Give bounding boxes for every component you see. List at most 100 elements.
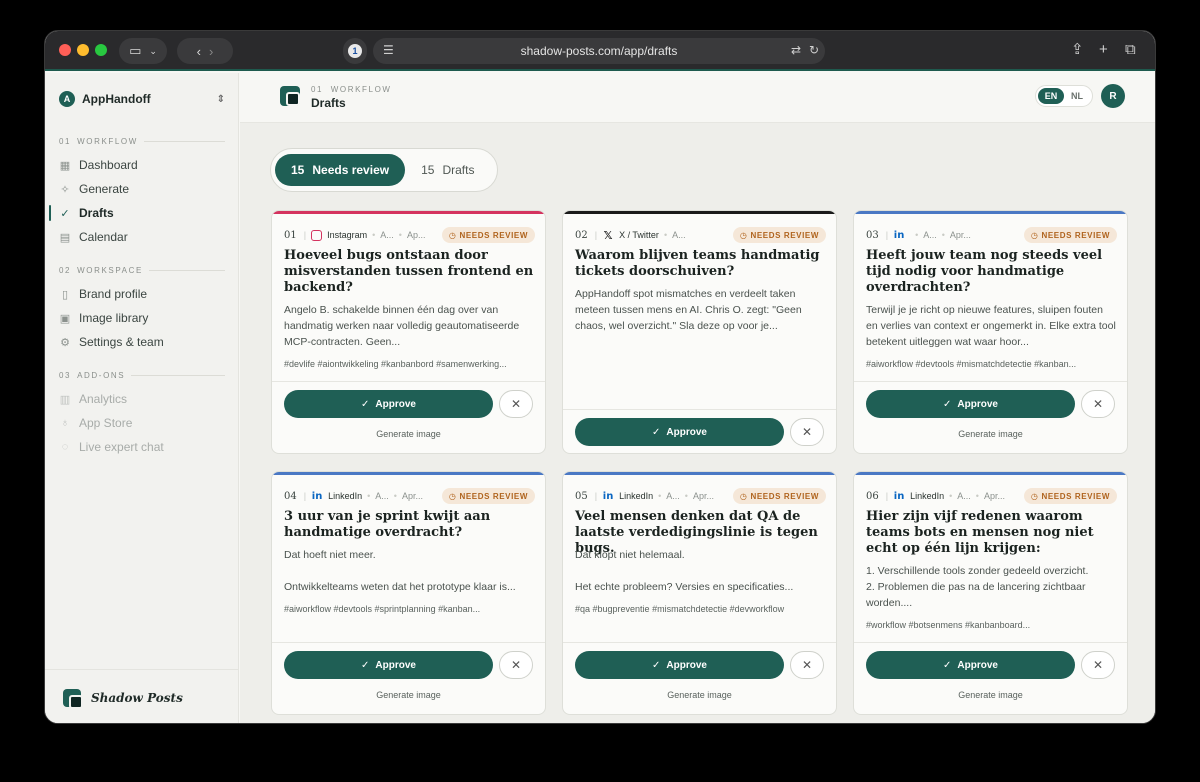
sidebar-item-generate[interactable]: ✧ Generate bbox=[59, 179, 225, 199]
back-icon[interactable]: ‹ bbox=[197, 44, 201, 59]
user-avatar[interactable]: R bbox=[1101, 84, 1125, 108]
generate-image-link[interactable]: Generate image bbox=[563, 690, 836, 700]
chevron-updown-icon: ⇕ bbox=[216, 93, 225, 105]
tab-needs-review[interactable]: 15 Needs review bbox=[275, 154, 406, 186]
card-author: A... bbox=[672, 230, 686, 240]
card-hashtags: #devlife #aiontwikkeling #kanbanbord #sa… bbox=[284, 359, 507, 369]
approve-button[interactable]: ✓ Approve bbox=[575, 418, 784, 446]
sidebar-item-label: Live expert chat bbox=[79, 440, 164, 454]
address-bar[interactable]: ☰ shadow-posts.com/app/drafts ⇄ ↻ bbox=[373, 38, 825, 64]
new-tab-icon[interactable]: + bbox=[1099, 41, 1108, 59]
forward-icon[interactable]: › bbox=[209, 44, 213, 59]
approve-button[interactable]: ✓ Approve bbox=[866, 651, 1075, 679]
badge-label: NEEDS REVIEW bbox=[459, 230, 528, 240]
card-index: 06 bbox=[866, 490, 879, 502]
reject-button[interactable]: ✕ bbox=[499, 651, 533, 679]
check-icon: ✓ bbox=[652, 426, 661, 438]
card-accent-line bbox=[272, 472, 545, 475]
tabs-overview-icon[interactable]: ⧉ bbox=[1125, 41, 1136, 59]
draft-card: 01 | Instagram • A... • Ap... ◷ NEEDS REV… bbox=[271, 210, 546, 454]
reject-button[interactable]: ✕ bbox=[790, 651, 824, 679]
card-title[interactable]: 3 uur van je sprint kwijt aan handmatige… bbox=[284, 509, 534, 541]
zoom-window-button[interactable] bbox=[95, 44, 107, 56]
card-title[interactable]: Waarom blijven teams handmatig tickets d… bbox=[575, 248, 825, 280]
card-title[interactable]: Hier zijn vijf redenen waarom teams bots… bbox=[866, 509, 1116, 557]
card-author: A... bbox=[375, 491, 389, 501]
generate-image-link[interactable]: Generate image bbox=[272, 429, 545, 439]
generate-image-link[interactable]: Generate image bbox=[854, 429, 1127, 439]
translate-icon[interactable]: ⇄ bbox=[791, 43, 801, 57]
card-title[interactable]: Hoeveel bugs ontstaan door misverstanden… bbox=[284, 248, 534, 296]
sidebar-toggle-button[interactable]: ▭ ⌄ bbox=[119, 38, 167, 64]
generate-image-link[interactable]: Generate image bbox=[854, 690, 1127, 700]
grid-icon: ▦ bbox=[59, 159, 71, 172]
sidebar-item-brand-profile[interactable]: ▯ Brand profile bbox=[59, 284, 225, 304]
clock-icon: ◷ bbox=[448, 230, 457, 240]
meta-separator: • bbox=[393, 491, 397, 501]
close-icon: ✕ bbox=[510, 397, 522, 411]
tab-label: Needs review bbox=[312, 163, 390, 177]
card-accent-line bbox=[272, 211, 545, 214]
approve-button[interactable]: ✓ Approve bbox=[284, 390, 493, 418]
sidebar-item-label: Dashboard bbox=[79, 158, 138, 172]
reader-icon[interactable]: ☰ bbox=[383, 43, 394, 57]
status-badge: ◷ NEEDS REVIEW bbox=[441, 227, 535, 243]
sidebar-item-dashboard[interactable]: ▦ Dashboard bbox=[59, 155, 225, 175]
sidebar-item-settings-team[interactable]: ⚙ Settings & team bbox=[59, 332, 225, 352]
check-circle-icon: ✓ bbox=[60, 207, 70, 220]
card-index: 02 bbox=[575, 229, 588, 241]
reject-button[interactable]: ✕ bbox=[790, 418, 824, 446]
reject-button[interactable]: ✕ bbox=[1081, 390, 1115, 418]
meta-separator: • bbox=[684, 491, 688, 501]
reload-icon[interactable]: ↻ bbox=[809, 43, 819, 57]
sidebar-item-label: Brand profile bbox=[79, 287, 148, 301]
draft-card: 06 | in LinkedIn • A... • Apr... ◷ NEEDS … bbox=[853, 471, 1128, 715]
sidebar-item-drafts[interactable]: ✓ Drafts bbox=[59, 203, 225, 223]
sidebar-item-calendar[interactable]: ▤ Calendar bbox=[59, 227, 225, 247]
gear-icon: ⚙ bbox=[60, 336, 70, 349]
badge-label: NEEDS REVIEW bbox=[750, 491, 819, 501]
close-icon: ✕ bbox=[1092, 658, 1104, 672]
approve-button[interactable]: ✓ Approve bbox=[575, 651, 784, 679]
status-badge: ◷ NEEDS REVIEW bbox=[441, 488, 535, 504]
meta-separator: | bbox=[594, 230, 598, 240]
share-icon[interactable]: ⇪ bbox=[1071, 41, 1084, 59]
draft-card: 05 | in LinkedIn • A... • Apr... ◷ NEEDS … bbox=[562, 471, 837, 715]
sidebar-item-live-expert-chat[interactable]: ◌ Live expert chat bbox=[59, 437, 225, 457]
approve-button[interactable]: ✓ Approve bbox=[284, 651, 493, 679]
card-author: A... bbox=[923, 230, 937, 240]
sidebar-item-image-library[interactable]: ▣ Image library bbox=[59, 308, 225, 328]
sidebar-item-label: Drafts bbox=[79, 206, 114, 220]
generate-image-link[interactable]: Generate image bbox=[272, 690, 545, 700]
check-icon: ✓ bbox=[652, 659, 661, 671]
instagram-icon bbox=[311, 229, 323, 241]
card-title[interactable]: Heeft jouw team nog steeds veel tijd nod… bbox=[866, 248, 1116, 296]
reject-button[interactable]: ✕ bbox=[499, 390, 533, 418]
draft-card: 03 | in • A... • Apr... ◷ NEEDS REVIEW He… bbox=[853, 210, 1128, 454]
card-date: Apr... bbox=[983, 491, 1005, 501]
meta-separator: • bbox=[949, 491, 953, 501]
card-accent-line bbox=[854, 472, 1127, 475]
card-meta: 04 | in LinkedIn • A... • Apr... ◷ NEEDS … bbox=[284, 487, 535, 505]
url-text: shadow-posts.com/app/drafts bbox=[520, 44, 678, 58]
approve-button[interactable]: ✓ Approve bbox=[866, 390, 1075, 418]
card-date: Apr... bbox=[401, 491, 423, 501]
platform-name: LinkedIn bbox=[619, 491, 654, 501]
close-window-button[interactable] bbox=[59, 44, 71, 56]
minimize-window-button[interactable] bbox=[77, 44, 89, 56]
brand-logo bbox=[63, 688, 83, 709]
lang-en-option[interactable]: EN bbox=[1038, 88, 1064, 104]
badge-label: NEEDS REVIEW bbox=[750, 230, 819, 240]
approve-label: Approve bbox=[957, 398, 998, 410]
sidebar-item-app-store[interactable]: ♁ App Store bbox=[59, 413, 225, 433]
tab-drafts[interactable]: 15 Drafts bbox=[405, 154, 490, 186]
meta-separator: | bbox=[303, 491, 307, 501]
status-badge: ◷ NEEDS REVIEW bbox=[732, 488, 826, 504]
sidebar-item-analytics[interactable]: ▥ Analytics bbox=[59, 389, 225, 409]
meta-separator: • bbox=[367, 491, 371, 501]
reject-button[interactable]: ✕ bbox=[1081, 651, 1115, 679]
password-manager-button[interactable]: 1 bbox=[343, 38, 367, 64]
tab-count: 15 bbox=[291, 163, 305, 177]
workspace-switcher[interactable]: A AppHandoff ⇕ bbox=[59, 89, 225, 109]
lang-nl-option[interactable]: NL bbox=[1064, 88, 1090, 104]
